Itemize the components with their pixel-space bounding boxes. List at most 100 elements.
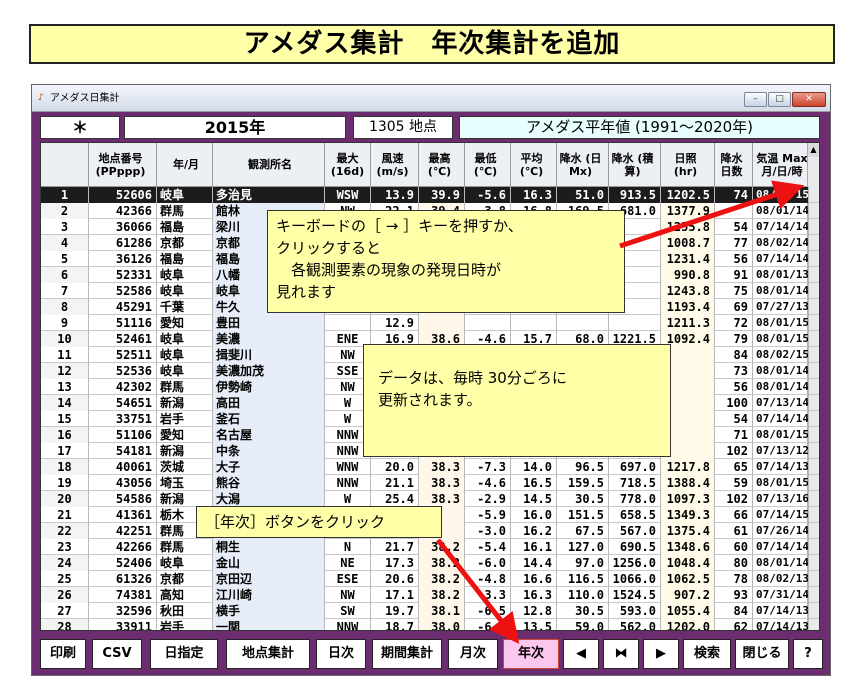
column-header-days[interactable]: 降水 日数 [715, 143, 753, 187]
cell-idx: 6 [41, 267, 89, 283]
close-button[interactable]: 閉じる [735, 639, 789, 669]
cell-name: 大潟 [213, 491, 325, 507]
yearly-button[interactable]: 年次 [503, 639, 559, 669]
cell-date: 08/01/14 [753, 555, 809, 571]
table-row[interactable]: 23 42266 群馬 桐生 N 21.7 38.2 -5.4 16.1 127.0 690.5 13… [41, 539, 819, 555]
header-year: 2015年 [124, 116, 346, 139]
cell-tmax [419, 315, 465, 331]
cell-prs: 567.0 [609, 523, 661, 539]
cell-id: 45291 [89, 299, 157, 315]
cell-prs: 593.0 [609, 603, 661, 619]
search-button[interactable]: 検索 [683, 639, 731, 669]
cell-sun: 1217.8 [661, 459, 715, 475]
cell-dir: NNW [325, 475, 371, 491]
help-button[interactable]: ? [793, 639, 823, 669]
cell-wind: 18.7 [371, 619, 419, 630]
cell-days: 102 [715, 491, 753, 507]
cell-name: 熊谷 [213, 475, 325, 491]
cell-name: 大子 [213, 459, 325, 475]
cell-sun: 1377.9 [661, 203, 715, 219]
cell-prd: 116.5 [557, 571, 609, 587]
cell-wind: 21.1 [371, 475, 419, 491]
cell-days: 77 [715, 235, 753, 251]
monthly-button[interactable]: 月次 [448, 639, 498, 669]
center-icon[interactable]: ⧓ [603, 639, 639, 669]
cell-idx: 25 [41, 571, 89, 587]
cell-days: 80 [715, 555, 753, 571]
cell-sun: 1202.0 [661, 619, 715, 630]
cell-id: 33751 [89, 411, 157, 427]
cell-prd: 159.5 [557, 475, 609, 491]
cell-sun: 990.8 [661, 267, 715, 283]
cell-tmax: 38.2 [419, 571, 465, 587]
cell-idx: 4 [41, 235, 89, 251]
cell-id: 36066 [89, 219, 157, 235]
cell-sun: 1388.4 [661, 475, 715, 491]
cell-idx: 27 [41, 603, 89, 619]
window-titlebar: ♪ アメダス日集計 – □ ✕ [32, 85, 830, 112]
cell-name: 一関 [213, 619, 325, 630]
print-button[interactable]: 印刷 [40, 639, 86, 669]
cell-name: 豊田 [213, 315, 325, 331]
cell-id: 33911 [89, 619, 157, 630]
cell-tavg: 16.5 [511, 475, 557, 491]
cell-tavg: 16.1 [511, 539, 557, 555]
column-header-tavg[interactable]: 平均 (℃) [511, 143, 557, 187]
cell-date: 07/31/14 [753, 587, 809, 603]
table-row[interactable]: 1 52606 岐阜 多治見 WSW 13.9 39.9 -5.6 16.3 51.0 913.5 1… [41, 187, 819, 203]
cell-dir [325, 315, 371, 331]
table-row[interactable]: 26 74381 高知 江川崎 NW 17.1 38.2 -3.3 16.3 110.0 1524.… [41, 587, 819, 603]
date-select-button[interactable]: 日指定 [150, 639, 218, 669]
column-header-id[interactable]: 地点番号 (PPppp) [89, 143, 157, 187]
window-close-button[interactable]: ✕ [792, 92, 826, 107]
table-row[interactable]: 24 52406 岐阜 金山 NE 17.3 38.2 -6.0 14.4 97.0 1256.0 1… [41, 555, 819, 571]
column-header-prd[interactable]: 降水 (日Mx) [557, 143, 609, 187]
column-header-idx[interactable] [41, 143, 89, 187]
period-summary-button[interactable]: 期間集計 [372, 639, 442, 669]
prev-icon[interactable]: ◀ [563, 639, 599, 669]
column-header-name[interactable]: 観測所名 [213, 143, 325, 187]
cell-idx: 19 [41, 475, 89, 491]
column-header-date[interactable]: 気温 Max 月/日/時 [753, 143, 809, 187]
cell-id: 52606 [89, 187, 157, 203]
cell-pref: 岐阜 [157, 187, 213, 203]
column-header-wind[interactable]: 風速 (m/s) [371, 143, 419, 187]
column-header-tmax[interactable]: 最高 (℃) [419, 143, 465, 187]
maximize-button[interactable]: □ [768, 92, 791, 107]
cell-dir: ESE [325, 571, 371, 587]
table-row[interactable]: 18 40061 茨城 大子 WNW 20.0 38.3 -7.3 14.0 96.5 697.0 1… [41, 459, 819, 475]
cell-idx: 10 [41, 331, 89, 347]
cell-prd: 59.0 [557, 619, 609, 630]
daily-button[interactable]: 日次 [316, 639, 366, 669]
table-row[interactable]: 25 61326 京都 京田辺 ESE 20.6 38.2 -4.8 16.6 116.5 1066… [41, 571, 819, 587]
cell-pref: 福島 [157, 251, 213, 267]
cell-id: 54586 [89, 491, 157, 507]
station-summary-button[interactable]: 地点集計 [226, 639, 310, 669]
cell-sun: 1193.4 [661, 299, 715, 315]
table-row[interactable]: 19 43056 埼玉 熊谷 NNW 21.1 38.3 -4.6 16.5 159.5 718.5… [41, 475, 819, 491]
cell-date: 07/14/14 [753, 251, 809, 267]
column-header-pref[interactable]: 年/月 [157, 143, 213, 187]
next-icon[interactable]: ▶ [643, 639, 679, 669]
cell-prs: 1524.5 [609, 587, 661, 603]
cell-idx: 14 [41, 395, 89, 411]
cell-sun: 1211.3 [661, 315, 715, 331]
cell-days: 61 [715, 523, 753, 539]
table-row[interactable]: 27 32596 秋田 横手 SW 19.7 38.1 -6.5 12.8 30.5 593.0 10… [41, 603, 819, 619]
column-header-sun[interactable]: 日照 (hr) [661, 143, 715, 187]
column-header-prs[interactable]: 降水 (積算) [609, 143, 661, 187]
cell-name: 名古屋 [213, 427, 325, 443]
table-row[interactable]: 9 51116 愛知 豊田 12.9 1211.3 72 08/01/15 [41, 315, 819, 331]
column-header-tmin[interactable]: 最低 (℃) [465, 143, 511, 187]
table-row[interactable]: 28 33911 岩手 一関 NNW 18.7 38.0 -6.4 13.5 59.0 562.0 1… [41, 619, 819, 630]
column-header-dir[interactable]: 最大 (16d) [325, 143, 371, 187]
minimize-button[interactable]: – [744, 92, 767, 107]
cell-sun: 1375.4 [661, 523, 715, 539]
scroll-up-icon[interactable]: ▲ [808, 143, 819, 157]
cell-tmin: -4.6 [465, 475, 511, 491]
cell-tavg: 16.0 [511, 507, 557, 523]
csv-button[interactable]: CSV [92, 639, 142, 669]
cell-date: 08/01/14 [753, 283, 809, 299]
cell-tavg: 16.3 [511, 187, 557, 203]
table-row[interactable]: 20 54586 新潟 大潟 W 25.4 38.3 -2.9 14.5 30.5 778.0 109… [41, 491, 819, 507]
